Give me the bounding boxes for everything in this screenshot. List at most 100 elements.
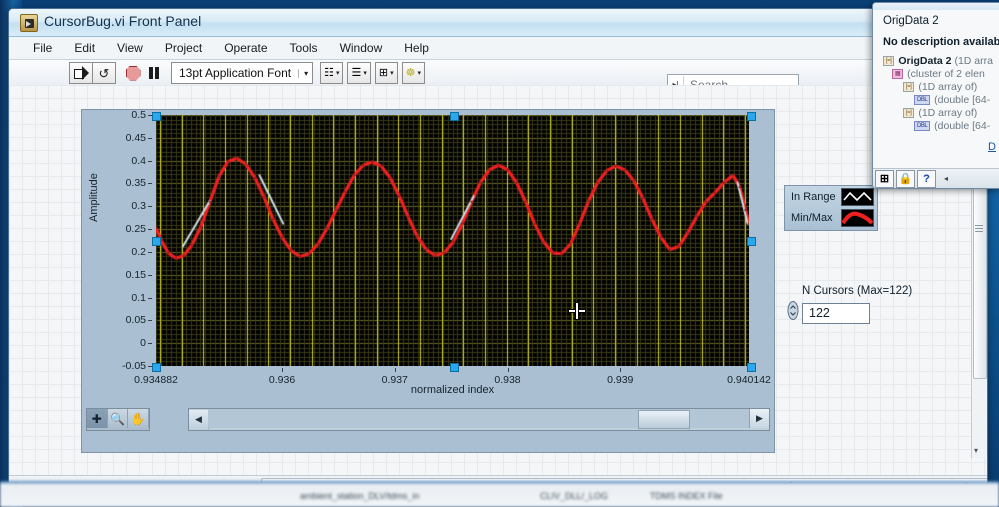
legend-row-in-range[interactable]: In Range [785, 186, 877, 207]
align-objects-button[interactable]: ☷ ▾ [320, 62, 344, 84]
selection-handle-left-middle[interactable] [152, 237, 161, 246]
y-tick-label: 0.2 [131, 245, 146, 258]
reorder-objects-icon: ☸ [405, 66, 416, 79]
menu-view[interactable]: View [106, 39, 154, 57]
tree-row: [=] (1D array of) [883, 107, 999, 119]
x-tick-mark [620, 368, 622, 372]
window-title: CursorBug.vi Front Panel [44, 13, 202, 29]
detailed-help-icon[interactable]: ? [917, 169, 936, 188]
context-help-titlebar[interactable] [873, 3, 999, 10]
plot-legend[interactable]: In Range Min/Max [784, 185, 878, 231]
chevron-down-icon[interactable]: ▾ [336, 69, 340, 77]
lock-help-icon[interactable]: 🔒 [896, 169, 915, 188]
vi-toolbar: ↺ 13pt Application Font ▾ ☷ ▾ ☰ ▾ ⊞ ▾ ☸ … [9, 60, 987, 87]
menu-project[interactable]: Project [154, 39, 213, 57]
chevron-down-icon[interactable]: ▾ [298, 68, 308, 78]
legend-label-minmax: Min/Max [791, 211, 833, 224]
resize-objects-button[interactable]: ⊞ ▾ [374, 62, 398, 84]
array-type-icon: [=] [903, 82, 915, 92]
crosshair-cursor-icon[interactable]: ✚ [87, 409, 108, 428]
background-text: TDMS INDEX File [650, 491, 723, 501]
selection-handle-bottom-left[interactable] [152, 363, 161, 372]
selection-handle-bottom-center[interactable] [450, 363, 459, 372]
menubar: File Edit View Project Operate Tools Win… [9, 37, 987, 60]
y-axis-title: Amplitude [88, 173, 100, 222]
detailed-help-link[interactable]: D [873, 141, 999, 153]
plot-canvas [156, 115, 749, 366]
font-selector[interactable]: 13pt Application Font ▾ [171, 62, 314, 84]
tree-row-detail: (cluster of 2 elen [907, 68, 985, 80]
y-tick-label: 0.5 [131, 109, 146, 121]
labview-vi-icon [20, 14, 38, 32]
menu-file[interactable]: File [22, 39, 63, 57]
y-tick-mark [148, 183, 152, 185]
legend-label-in-range: In Range [791, 190, 836, 203]
tree-row-name: OrigData 2 [898, 55, 952, 67]
n-cursors-label: N Cursors (Max=122) [802, 285, 913, 297]
n-cursors-input[interactable]: 122 [802, 302, 870, 324]
tree-row-detail: (double [64- [934, 120, 991, 132]
menu-window[interactable]: Window [329, 39, 394, 57]
tree-row: [=] OrigData 2 (1D arra [883, 55, 999, 67]
y-tick-mark [148, 297, 152, 299]
menu-tools[interactable]: Tools [279, 39, 329, 57]
spinner-up-down-icon[interactable] [787, 301, 800, 325]
chevron-down-icon[interactable]: ▾ [363, 69, 367, 77]
selection-handle-top-left[interactable] [152, 112, 161, 121]
labview-front-panel-window: CursorBug.vi Front Panel File Edit View … [8, 8, 988, 494]
menu-operate[interactable]: Operate [213, 39, 278, 57]
y-tick-mark [148, 274, 152, 276]
menu-edit[interactable]: Edit [63, 39, 106, 57]
selection-handle-right-middle[interactable] [747, 237, 756, 246]
legend-swatch-in-range[interactable] [841, 187, 874, 206]
n-cursors-control[interactable]: 122 [787, 301, 870, 325]
y-tick-label: 0.05 [125, 314, 146, 327]
x-tick-mark [394, 368, 396, 372]
y-tick-label: 0.1 [131, 291, 146, 304]
front-panel-canvas: Amplitude 0.5 0.45 0.4 0.35 0.3 0.25 0.2 0.15 0.… [9, 85, 987, 475]
menu-help[interactable]: Help [393, 39, 440, 57]
pan-hand-icon[interactable]: ✋ [128, 409, 150, 428]
legend-row-minmax[interactable]: Min/Max [785, 207, 877, 228]
zoom-magnifier-icon[interactable]: 🔍 [108, 409, 129, 428]
selection-handle-bottom-right[interactable] [747, 363, 756, 372]
y-tick-mark [148, 160, 152, 162]
show-block-diagram-icon[interactable]: ⊞ [875, 169, 894, 188]
scroll-right-arrow-icon[interactable]: ▶ [749, 409, 769, 428]
distribute-objects-button[interactable]: ☰ ▾ [347, 62, 371, 84]
chevron-down-icon[interactable]: ▾ [390, 69, 394, 77]
abort-pause-group [122, 63, 164, 83]
double-type-icon: DBL [914, 121, 931, 131]
reorder-objects-button[interactable]: ☸ ▾ [401, 62, 425, 84]
tree-row-detail: (1D arra [954, 55, 993, 67]
background-text: CLIV_DLL/_LOG [540, 491, 609, 501]
run-continuously-icon[interactable]: ↺ [92, 62, 116, 84]
scroll-left-arrow-icon[interactable]: ◀ [189, 410, 209, 429]
tree-row: [=] (1D array of) [883, 81, 999, 93]
legend-swatch-minmax[interactable] [841, 208, 874, 227]
selection-handle-top-center[interactable] [450, 112, 459, 121]
tree-row-detail: (1D array of) [918, 107, 978, 119]
resize-caret-icon[interactable]: ◂ [944, 174, 948, 183]
y-tick-label: 0.15 [125, 268, 146, 281]
y-tick-label: 0 [140, 337, 146, 350]
scroll-down-arrow-icon[interactable]: ▾ [974, 446, 978, 455]
graph-horizontal-scrollbar[interactable]: ◀ ▶ [188, 408, 770, 431]
run-arrow-icon[interactable] [69, 62, 93, 84]
tree-row: ▦ (cluster of 2 elen [883, 68, 999, 80]
context-help-window[interactable]: OrigData 2 No description available [=] … [872, 2, 999, 189]
abort-execution-icon[interactable] [122, 63, 144, 83]
window-titlebar[interactable]: CursorBug.vi Front Panel [9, 9, 987, 37]
context-help-type-tree: [=] OrigData 2 (1D arra ▦ (cluster of 2 … [873, 48, 999, 132]
background-window-strip: ambient_station_DLV/tdms_in CLIV_DLL/_LO… [0, 481, 999, 507]
y-tick-mark [148, 343, 152, 345]
tree-row: DBL (double [64- [883, 94, 999, 106]
graph-palette[interactable]: ✚ 🔍 ✋ [86, 408, 150, 431]
graph-scroll-track[interactable] [208, 409, 750, 429]
pause-icon[interactable] [143, 63, 165, 83]
plot-area[interactable] [156, 115, 749, 366]
selection-handle-top-right[interactable] [747, 112, 756, 121]
chevron-down-icon[interactable]: ▾ [417, 69, 421, 77]
graph-scroll-thumb[interactable] [638, 410, 690, 429]
waveform-graph[interactable]: Amplitude 0.5 0.45 0.4 0.35 0.3 0.25 0.2 0.15 0.… [81, 109, 775, 453]
